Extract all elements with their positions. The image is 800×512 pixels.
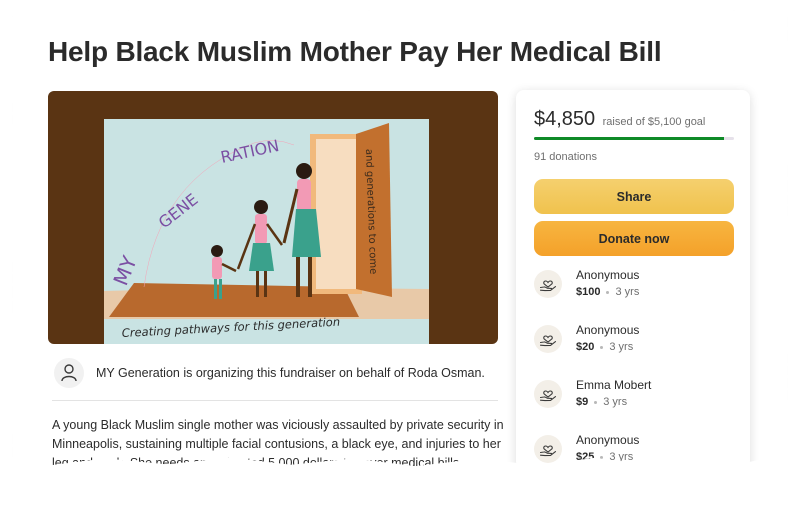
page-title: Help Black Muslim Mother Pay Her Medical… bbox=[48, 36, 662, 67]
goal-text: raised of $5,100 goal bbox=[602, 116, 706, 128]
my-generation-artwork: MY GENE RATION and generations to come C… bbox=[104, 119, 429, 344]
heart-in-hand-icon bbox=[534, 380, 562, 408]
story-text: A young Black Muslim single mother was v… bbox=[52, 418, 504, 468]
donation-list-item: Anonymous $25 3 yrs bbox=[534, 433, 734, 466]
donation-time: 3 yrs bbox=[615, 286, 640, 298]
donate-now-button[interactable]: Donate now bbox=[534, 221, 734, 256]
share-button[interactable]: Share bbox=[534, 179, 734, 214]
donor-name: Emma Mobert bbox=[576, 378, 652, 392]
donation-list-item: Emma Mobert $9 3 yrs bbox=[534, 378, 734, 422]
progress-fill bbox=[534, 137, 725, 140]
donor-name: Anonymous bbox=[576, 323, 640, 337]
donation-amount: $100 bbox=[576, 286, 601, 298]
progress-bar bbox=[534, 137, 734, 140]
separator-dot bbox=[594, 400, 598, 404]
separator-dot bbox=[600, 345, 604, 349]
amount-raised: $4,850 bbox=[534, 108, 596, 130]
organizer-avatar bbox=[54, 358, 84, 388]
torn-page: Help Black Muslim Mother Pay Her Medical… bbox=[12, 10, 788, 468]
heart-in-hand-icon bbox=[534, 435, 562, 463]
donation-time: 3 yrs bbox=[603, 396, 628, 408]
separator-dot bbox=[600, 455, 604, 459]
donation-time: 3 yrs bbox=[609, 451, 634, 463]
donation-meta: $9 3 yrs bbox=[576, 396, 627, 408]
heart-in-hand-icon bbox=[534, 270, 562, 298]
donation-list-item: Anonymous $20 3 yrs bbox=[534, 323, 734, 367]
donations-count: 91 donations bbox=[534, 151, 597, 163]
donation-meta: $25 3 yrs bbox=[576, 451, 633, 463]
donation-panel: $4,850 raised of $5,100 goal 91 donation… bbox=[516, 90, 750, 467]
donor-name: Anonymous bbox=[576, 268, 640, 282]
donation-time: 3 yrs bbox=[609, 341, 634, 353]
amount-raised-line: $4,850 raised of $5,100 goal bbox=[534, 108, 705, 131]
donation-amount: $20 bbox=[576, 341, 595, 353]
donation-meta: $100 3 yrs bbox=[576, 286, 639, 298]
donation-list-item: Anonymous $100 3 yrs bbox=[534, 268, 734, 312]
donation-amount: $25 bbox=[576, 451, 595, 463]
donation-meta: $20 3 yrs bbox=[576, 341, 633, 353]
heart-in-hand-icon bbox=[534, 325, 562, 353]
separator-dot bbox=[606, 290, 610, 294]
user-icon bbox=[61, 364, 77, 382]
donation-amount: $9 bbox=[576, 396, 589, 408]
donor-name: Anonymous bbox=[576, 433, 640, 447]
organizer-info: MY Generation is organizing this fundrai… bbox=[52, 356, 498, 401]
fundraiser-image[interactable]: MY GENE RATION and generations to come C… bbox=[48, 91, 498, 344]
organizer-text: MY Generation is organizing this fundrai… bbox=[96, 366, 485, 380]
